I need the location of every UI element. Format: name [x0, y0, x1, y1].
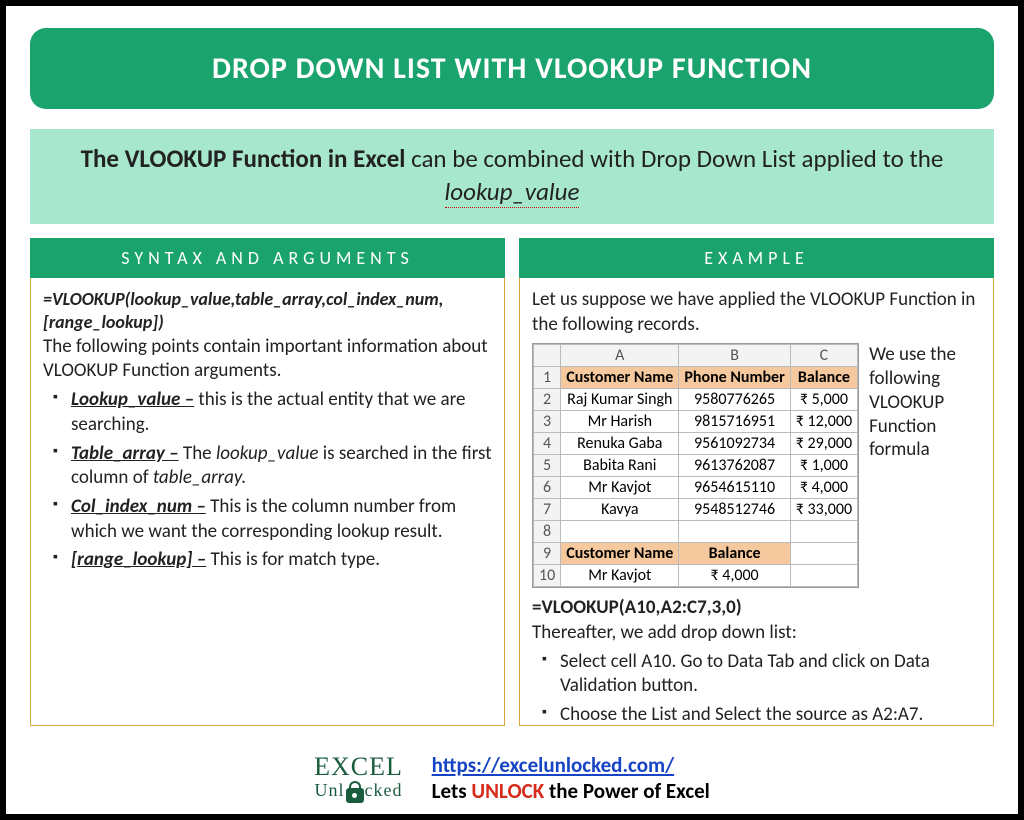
example-spreadsheet: ABC 1Customer NamePhone NumberBalance 2R…	[532, 343, 859, 588]
title-banner: DROP DOWN LIST WITH VLOOKUP FUNCTION	[30, 28, 994, 109]
example-column: EXAMPLE Let us suppose we have applied t…	[519, 238, 994, 726]
footer: EXCEL Unlcked https://excelunlocked.com/…	[6, 752, 1018, 804]
arg-table-array: Table_array – The lookup_value is search…	[49, 442, 492, 491]
example-body: Let us suppose we have applied the VLOOK…	[519, 278, 994, 726]
syntax-lead: The following points contain important i…	[43, 335, 492, 384]
example-steps: Select cell A10. Go to Data Tab and clic…	[532, 650, 981, 726]
example-header: EXAMPLE	[519, 238, 994, 278]
lock-icon	[346, 781, 364, 803]
example-side-note: We use the following VLOOKUP Function fo…	[869, 343, 981, 462]
arg-lookup-value: Lookup_value – this is the actual entity…	[49, 388, 492, 437]
example-formula: =VLOOKUP(A10,A2:C7,3,0)	[532, 596, 981, 621]
intro-emphasis: lookup_value	[445, 176, 580, 208]
intro-box: The VLOOKUP Function in Excel can be com…	[30, 129, 994, 224]
argument-list: Lookup_value – this is the actual entity…	[43, 388, 492, 573]
footer-link[interactable]: https://excelunlocked.com/	[432, 752, 674, 778]
intro-bold: The VLOOKUP Function in Excel	[81, 143, 406, 174]
syntax-formula: =VLOOKUP(lookup_value,table_array,col_in…	[43, 288, 492, 335]
intro-text: can be combined with Drop Down List appl…	[405, 143, 943, 174]
step-1: Select cell A10. Go to Data Tab and clic…	[538, 650, 981, 699]
syntax-header: SYNTAX AND ARGUMENTS	[30, 238, 505, 278]
step-2: Choose the List and Select the source as…	[538, 703, 981, 726]
example-lead: Let us suppose we have applied the VLOOK…	[532, 288, 981, 337]
arg-range-lookup: [range_lookup] – This is for match type.	[49, 548, 492, 573]
syntax-column: SYNTAX AND ARGUMENTS =VLOOKUP(lookup_val…	[30, 238, 505, 726]
example-after: Thereafter, we add drop down list:	[532, 621, 981, 646]
arg-col-index: Col_index_num – This is the column numbe…	[49, 495, 492, 544]
logo: EXCEL Unlcked	[314, 755, 403, 800]
syntax-body: =VLOOKUP(lookup_value,table_array,col_in…	[30, 278, 505, 726]
tagline: Lets UNLOCK the Power of Excel	[432, 778, 710, 804]
columns: SYNTAX AND ARGUMENTS =VLOOKUP(lookup_val…	[30, 238, 994, 726]
